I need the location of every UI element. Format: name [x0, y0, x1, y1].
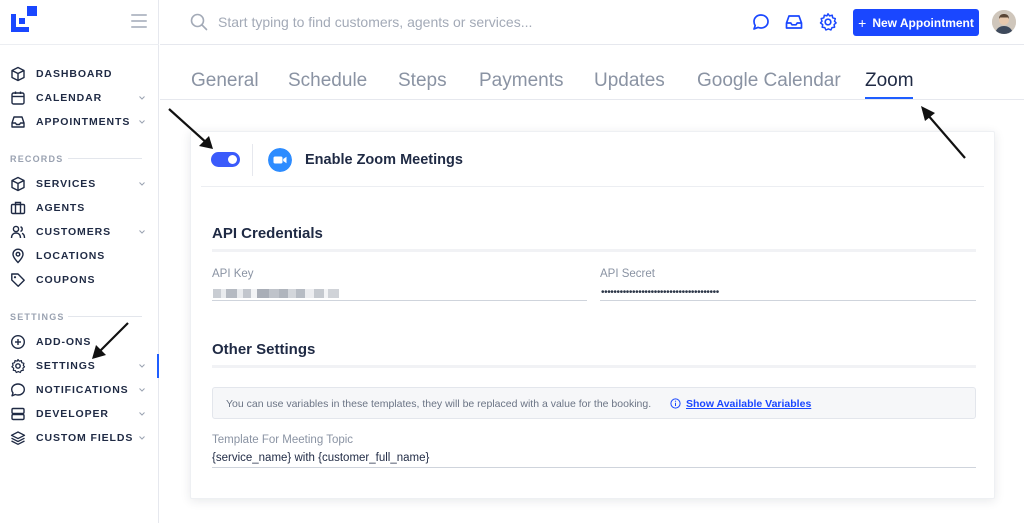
divider — [68, 316, 142, 317]
inbox-icon — [11, 116, 25, 128]
api-key-underline — [212, 300, 587, 301]
chat-bubble-icon[interactable] — [751, 12, 771, 32]
chevron-down-icon — [139, 388, 145, 392]
sidebar-item-services[interactable]: SERVICES — [0, 172, 159, 196]
tab-google-calendar[interactable]: Google Calendar — [697, 70, 841, 92]
sidebar-item-customers[interactable]: CUSTOMERS — [0, 220, 159, 244]
layers-icon — [10, 431, 26, 445]
sidebar-item-locations[interactable]: LOCATIONS — [0, 244, 159, 268]
variables-info-box: You can use variables in these templates… — [212, 387, 976, 419]
sidebar-item-developer[interactable]: DEVELOPER — [0, 402, 159, 426]
sidebar-item-label: SERVICES — [36, 178, 97, 190]
gear-icon — [11, 358, 26, 374]
sidebar: DASHBOARD CALENDAR APPOINTMENTS RECORDS … — [0, 0, 159, 523]
sidebar-item-label: AGENTS — [36, 202, 86, 214]
sidebar-item-coupons[interactable]: COUPONS — [0, 268, 159, 292]
sidebar-item-custom-fields[interactable]: CUSTOM FIELDS — [0, 426, 159, 450]
chevron-down-icon — [139, 230, 145, 234]
tab-updates[interactable]: Updates — [594, 70, 665, 92]
app-logo[interactable] — [11, 6, 37, 32]
tab-general[interactable]: General — [191, 70, 259, 92]
api-credentials-title: API Credentials — [212, 225, 323, 242]
zoom-logo-icon — [268, 148, 292, 172]
sidebar-item-appointments[interactable]: APPOINTMENTS — [0, 110, 159, 134]
new-appointment-button[interactable]: + New Appointment — [853, 9, 979, 36]
plus-circle-icon — [10, 334, 26, 350]
chevron-down-icon — [139, 96, 145, 100]
sidebar-item-notifications[interactable]: NOTIFICATIONS — [0, 378, 159, 402]
enable-zoom-label: Enable Zoom Meetings — [305, 152, 463, 168]
meeting-topic-template-input[interactable]: {service_name} with {customer_full_name} — [212, 452, 429, 464]
active-tab-indicator — [865, 97, 913, 99]
cube-icon — [11, 66, 25, 82]
map-pin-icon — [12, 248, 24, 264]
zoom-settings-card: Enable Zoom Meetings API Credentials API… — [190, 131, 995, 499]
sidebar-item-label: DASHBOARD — [36, 68, 113, 80]
sidebar-item-add-ons[interactable]: ADD-ONS — [0, 330, 159, 354]
menu-toggle-icon[interactable] — [131, 14, 147, 28]
api-secret-label: API Secret — [600, 268, 655, 280]
toggle-knob — [228, 155, 237, 164]
template-underline — [212, 467, 976, 468]
template-label: Template For Meeting Topic — [212, 434, 354, 446]
section-rule — [212, 365, 976, 368]
other-settings-title: Other Settings — [212, 341, 316, 358]
api-secret-underline — [600, 300, 976, 301]
sidebar-item-agents[interactable]: AGENTS — [0, 196, 159, 220]
user-photo-icon — [992, 10, 1016, 34]
sidebar-item-dashboard[interactable]: DASHBOARD — [0, 62, 159, 86]
plus-icon: + — [858, 14, 867, 31]
chevron-down-icon — [139, 182, 145, 186]
section-label-records: RECORDS — [10, 154, 64, 164]
users-icon — [10, 225, 26, 239]
sidebar-item-label: LOCATIONS — [36, 250, 106, 262]
sidebar-item-label: APPOINTMENTS — [36, 116, 131, 128]
api-secret-input[interactable]: •••••••••••••••••••••••••••••••••••••• — [601, 287, 719, 298]
sidebar-item-label: DEVELOPER — [36, 408, 109, 420]
divider — [0, 44, 159, 45]
search-icon — [190, 13, 208, 31]
api-key-label: API Key — [212, 268, 254, 280]
tab-schedule[interactable]: Schedule — [288, 70, 367, 92]
divider — [252, 144, 253, 176]
settings-tabs: General Schedule Steps Payments Updates … — [160, 60, 1024, 100]
new-appointment-label: New Appointment — [872, 15, 974, 30]
sidebar-item-label: COUPONS — [36, 274, 96, 286]
sidebar-item-label: CALENDAR — [36, 92, 103, 104]
briefcase-icon — [10, 201, 26, 215]
sidebar-item-label: CUSTOMERS — [36, 226, 111, 238]
calendar-icon — [11, 91, 25, 105]
enable-zoom-toggle[interactable] — [211, 152, 240, 167]
sidebar-item-label: ADD-ONS — [36, 336, 92, 348]
sidebar-item-label: NOTIFICATIONS — [36, 384, 129, 396]
section-label-settings: SETTINGS — [10, 312, 65, 322]
top-bar: + New Appointment — [160, 0, 1024, 45]
tab-payments[interactable]: Payments — [479, 70, 563, 92]
sidebar-item-label: SETTINGS — [36, 360, 96, 372]
sidebar-item-settings[interactable]: SETTINGS — [0, 354, 159, 378]
info-text: You can use variables in these templates… — [226, 398, 652, 410]
info-icon — [670, 398, 681, 409]
tab-steps[interactable]: Steps — [398, 70, 447, 92]
show-available-variables-link[interactable]: Show Available Variables — [686, 398, 811, 410]
sidebar-item-label: CUSTOM FIELDS — [36, 432, 134, 444]
sidebar-item-calendar[interactable]: CALENDAR — [0, 86, 159, 110]
divider — [201, 186, 984, 187]
chevron-down-icon — [139, 412, 145, 416]
chevron-down-icon — [139, 436, 145, 440]
divider — [68, 158, 142, 159]
gear-icon[interactable] — [818, 12, 838, 32]
tab-zoom[interactable]: Zoom — [865, 70, 914, 92]
api-key-input[interactable] — [213, 289, 339, 298]
chevron-down-icon — [139, 364, 145, 368]
tag-icon — [11, 273, 25, 287]
inbox-icon[interactable] — [784, 12, 804, 32]
section-rule — [212, 249, 976, 252]
cube-icon — [11, 176, 25, 192]
server-icon — [11, 407, 25, 421]
chat-bubble-icon — [11, 383, 25, 397]
avatar[interactable] — [992, 10, 1016, 34]
search-input[interactable] — [218, 11, 678, 33]
chevron-down-icon — [139, 120, 145, 124]
